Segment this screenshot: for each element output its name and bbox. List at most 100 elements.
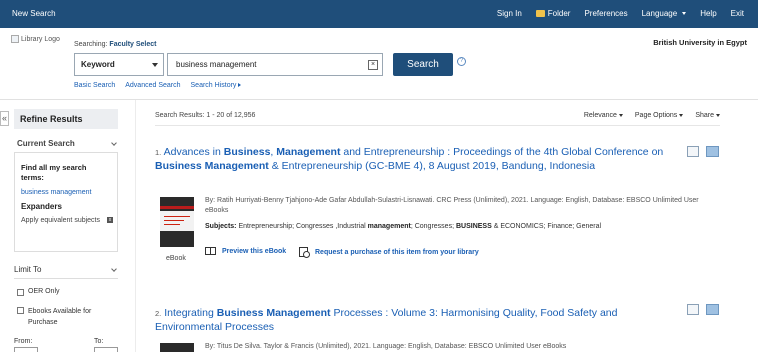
results-count: Search Results: 1 - 20 of 12,956 (155, 112, 256, 119)
new-search-link[interactable]: New Search (12, 9, 56, 18)
collapse-panel-button[interactable]: « (0, 111, 9, 126)
result-1-title[interactable]: 1. Advances in Business, Management and … (155, 146, 665, 172)
refine-results-heading: Refine Results (14, 109, 118, 129)
preferences-link[interactable]: Preferences (584, 9, 627, 18)
result-1-meta: By: Ratih Hurriyati-Benny Tjahjono-Ade G… (205, 197, 699, 214)
oer-only-option[interactable]: OER Only (17, 288, 60, 296)
open-book-icon (205, 247, 216, 255)
to-label: To: (94, 338, 104, 345)
limit-to-toggle[interactable]: Limit To (14, 265, 118, 274)
apply-equivalent-subjects: Apply equivalent subjects x (21, 217, 113, 225)
basic-search-link[interactable]: Basic Search (74, 82, 115, 89)
folder-link[interactable]: Folder (535, 9, 571, 18)
title-text: Integrating (164, 307, 217, 319)
search-history-label: Search History (190, 82, 237, 89)
from-year-input[interactable] (14, 347, 38, 352)
subjects-highlight: management (367, 223, 411, 230)
oer-only-label: OER Only (28, 288, 60, 295)
book-cover-thumbnail[interactable] (160, 197, 194, 247)
relevance-menu[interactable]: Relevance (584, 112, 623, 119)
ebooks-purchase-checkbox[interactable] (17, 307, 24, 314)
results-divider (155, 125, 720, 126)
search-input-value: business management (176, 60, 257, 69)
current-search-toggle[interactable]: Current Search (17, 139, 118, 148)
folder-icon (535, 10, 545, 17)
search-history-link[interactable]: Search History (191, 82, 242, 89)
limit-to-title: Limit To (14, 265, 42, 274)
subjects-highlight: BUSINESS (455, 223, 492, 230)
library-logo[interactable]: Library Logo (11, 35, 60, 43)
broken-image-icon (11, 35, 19, 43)
folder-label: Folder (547, 9, 571, 18)
top-nav: Sign In Folder Preferences Language Help… (497, 9, 758, 18)
preview-magnifier-icon[interactable] (687, 146, 699, 157)
chevron-down-icon (111, 266, 117, 272)
top-toolbar: New Search Sign In Folder Preferences La… (0, 0, 758, 28)
request-purchase-icon (299, 247, 310, 258)
advanced-search-link[interactable]: Advanced Search (125, 82, 180, 89)
caret-right-icon (238, 83, 242, 88)
search-term-link[interactable]: business management (21, 189, 111, 196)
result-number: 2. (155, 309, 162, 318)
oer-only-checkbox[interactable] (17, 289, 24, 296)
current-search-box: Find all my search terms: business manag… (14, 152, 118, 252)
search-field-select[interactable]: Keyword (74, 53, 164, 76)
title-text: and Entrepreneurship : Proceedings of th… (340, 146, 664, 158)
relevance-label: Relevance (583, 112, 617, 119)
sign-in-link[interactable]: Sign In (497, 9, 522, 18)
search-button[interactable]: Search (393, 53, 453, 76)
to-year-input[interactable] (94, 347, 118, 352)
title-highlight: Management (276, 146, 341, 158)
expanders-label: Expanders (21, 202, 62, 211)
clear-search-icon[interactable]: × (368, 60, 378, 70)
header-divider (0, 99, 758, 100)
subjects-text: & ECONOMICS; Finance; General (491, 223, 602, 230)
faculty-select-link[interactable]: Faculty Select (109, 41, 156, 48)
request-purchase-label: Request a purchase of this item from you… (315, 248, 479, 256)
request-purchase-link[interactable]: Request a purchase of this item from you… (299, 247, 479, 258)
searching-label: Searching: Faculty Select (74, 41, 157, 48)
institution-name: British University in Egypt (653, 38, 747, 47)
add-to-folder-icon[interactable] (706, 146, 719, 157)
dropdown-arrow-icon (152, 63, 158, 67)
chevron-down-icon (716, 114, 720, 117)
find-all-label: Find all my search terms: (21, 163, 87, 182)
search-input[interactable]: business management × (167, 53, 383, 76)
ebooks-purchase-label: Ebooks Available for Purchase (28, 308, 92, 326)
help-link[interactable]: Help (700, 9, 716, 18)
ebooks-purchase-option[interactable]: Ebooks Available for Purchase (17, 306, 117, 328)
help-icon[interactable]: ? (457, 57, 466, 66)
remove-expander-icon[interactable]: x (107, 217, 113, 223)
results-tools: Relevance Page Options Share (572, 112, 720, 119)
cover-title-band (160, 211, 194, 231)
add-to-folder-icon[interactable] (706, 304, 719, 315)
subjects-text: Entrepreneurship; Congresses ,Industrial (236, 223, 368, 230)
limit-divider (14, 278, 118, 279)
preview-ebook-label: Preview this eBook (222, 247, 287, 255)
format-label: eBook (166, 255, 186, 262)
share-label: Share (695, 112, 714, 119)
preview-ebook-link[interactable]: Preview this eBook (205, 247, 286, 255)
share-menu[interactable]: Share (695, 112, 720, 119)
chevron-down-icon (618, 114, 623, 117)
page-options-menu[interactable]: Page Options (634, 112, 684, 119)
preview-magnifier-icon[interactable] (687, 304, 699, 315)
title-text: & Entrepreneurship (GC-BME 4), 8 August … (268, 159, 596, 172)
title-highlight: Business Management (155, 159, 269, 172)
current-search-title: Current Search (17, 139, 75, 148)
left-panel-divider (135, 100, 136, 352)
page-options-label: Page Options (634, 112, 678, 119)
searching-prefix: Searching: (74, 41, 108, 48)
result-2-meta: By: Titus De Silva. Taylor & Francis (Un… (205, 343, 567, 350)
logo-alt-text: Library Logo (21, 35, 60, 43)
apply-equivalent-label: Apply equivalent subjects (21, 217, 100, 224)
subjects-label: Subjects: (205, 223, 237, 230)
book-cover-thumbnail[interactable] (160, 343, 194, 352)
exit-link[interactable]: Exit (731, 9, 744, 18)
result-2-title[interactable]: 2. Integrating Business Management Proce… (155, 307, 675, 333)
chevron-down-icon (111, 140, 117, 146)
chevron-down-icon (682, 12, 687, 15)
from-label: From: (14, 338, 33, 345)
title-highlight: Business Management (216, 307, 331, 319)
language-menu[interactable]: Language (642, 9, 687, 18)
